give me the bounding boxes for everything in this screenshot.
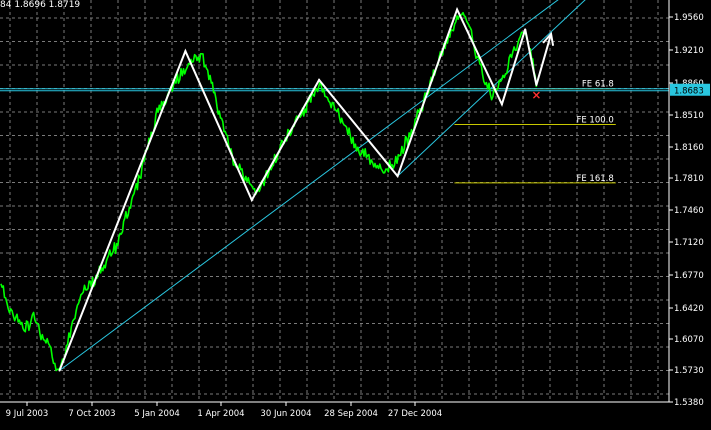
- y-tick-label: 1.8510: [674, 111, 704, 121]
- x-tick-label: 30 Jun 2004: [260, 409, 311, 419]
- y-tick-label: 1.7460: [674, 206, 704, 216]
- zigzag-pivot: [250, 198, 253, 201]
- fibo-level-label: FE 161.8: [576, 174, 613, 184]
- y-tick-label: 1.6070: [674, 335, 704, 345]
- y-tick-label: 1.8160: [674, 143, 704, 153]
- y-tick-label: 1.9560: [674, 13, 704, 23]
- zigzag-pivot: [184, 50, 187, 53]
- x-tick-label: 9 Jul 2003: [6, 409, 49, 419]
- zigzag-pivot: [58, 369, 61, 372]
- y-tick-label: 1.7120: [674, 238, 704, 248]
- zigzag-pivot: [500, 103, 503, 106]
- y-tick-label: 1.5730: [674, 366, 704, 376]
- y-tick-label: 1.7810: [674, 174, 704, 184]
- y-tick-label: 1.5380: [674, 398, 704, 408]
- ohlc-readout: 84 1.8696 1.8719: [0, 0, 81, 10]
- chart-window[interactable]: 84 1.8696 1.8719 FE 61.8 FE 100.0 FE 161.8…: [0, 0, 711, 426]
- zigzag-pivot: [396, 175, 399, 178]
- fibo-level-label: FE 100.0: [576, 116, 613, 126]
- x-tick-label: 5 Jan 2004: [134, 409, 180, 419]
- zigzag-pivot: [524, 28, 527, 31]
- x-tick-label: 27 Dec 2004: [388, 409, 442, 419]
- zigzag-pivot: [318, 78, 321, 81]
- y-tick-label: 1.6770: [674, 271, 704, 281]
- current-price-label: 1.8683: [674, 87, 704, 97]
- y-tick-label: 1.9210: [674, 46, 704, 56]
- zigzag-pivot: [456, 8, 459, 11]
- x-tick-label: 1 Apr 2004: [197, 409, 244, 419]
- price-chart[interactable]: FE 61.8FE 100.0FE 161.8 1.95601.92101.88…: [0, 0, 711, 426]
- y-tick-label: 1.6420: [674, 304, 704, 314]
- x-tick-label: 7 Oct 2003: [68, 409, 115, 419]
- x-tick-label: 28 Sep 2004: [324, 409, 378, 419]
